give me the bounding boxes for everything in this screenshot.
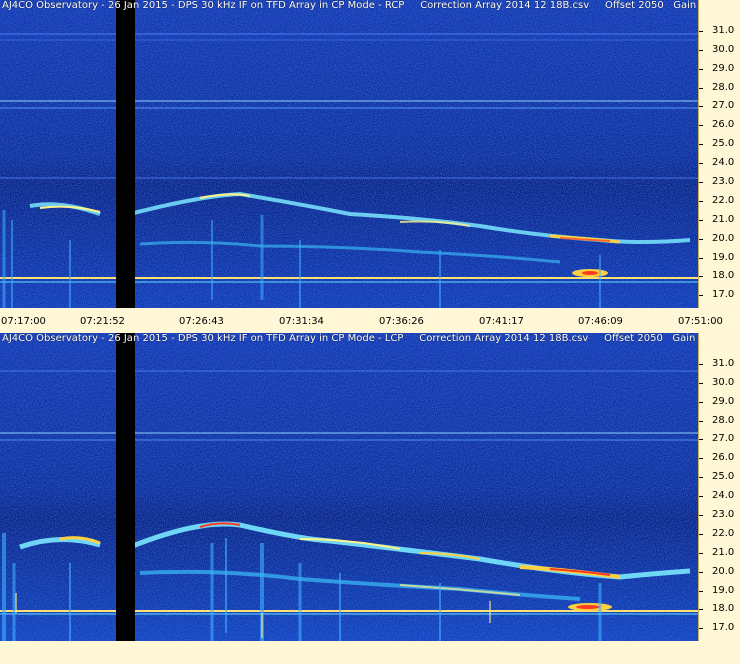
x-tick: 07:41:17 bbox=[479, 316, 524, 327]
lcp-frequency-axis: 31.0 30.0 29.0 28.0 27.0 26.0 25.0 24.0 … bbox=[698, 333, 740, 641]
y-tick: 19.0 bbox=[699, 252, 740, 264]
x-tick: 07:21:52 bbox=[80, 316, 125, 327]
y-tick: 31.0 bbox=[699, 358, 740, 370]
x-tick: 07:46:09 bbox=[578, 316, 623, 327]
y-tick: 22.0 bbox=[699, 528, 740, 540]
y-tick: 20.0 bbox=[699, 566, 740, 578]
y-tick: 26.0 bbox=[699, 452, 740, 464]
data-gap-bar bbox=[116, 333, 135, 641]
y-tick: 29.0 bbox=[699, 396, 740, 408]
y-tick: 28.0 bbox=[699, 415, 740, 427]
rcp-spectrogram-image bbox=[0, 0, 698, 308]
y-tick: 21.0 bbox=[699, 547, 740, 559]
y-tick: 25.0 bbox=[699, 138, 740, 150]
x-tick: 07:31:34 bbox=[279, 316, 324, 327]
y-tick: 31.0 bbox=[699, 25, 740, 37]
y-tick: 23.0 bbox=[699, 509, 740, 521]
y-tick: 17.0 bbox=[699, 289, 740, 301]
lcp-spectrogram[interactable]: AJ4CO Observatory - 26 Jan 2015 - DPS 30… bbox=[0, 333, 698, 641]
x-tick: 07:51:00 bbox=[678, 316, 723, 327]
y-tick: 20.0 bbox=[699, 233, 740, 245]
y-tick: 27.0 bbox=[699, 100, 740, 112]
y-tick: 22.0 bbox=[699, 195, 740, 207]
lcp-spectrogram-image bbox=[0, 333, 698, 641]
y-tick: 24.0 bbox=[699, 490, 740, 502]
data-gap-bar bbox=[116, 0, 135, 308]
y-tick: 30.0 bbox=[699, 44, 740, 56]
x-tick: 07:36:26 bbox=[379, 316, 424, 327]
x-tick: 07:17:00 bbox=[1, 316, 46, 327]
status-strip bbox=[0, 641, 740, 664]
time-axis: 07:17:00 07:21:52 07:26:43 07:31:34 07:3… bbox=[0, 315, 740, 329]
lcp-panel-title: AJ4CO Observatory - 26 Jan 2015 - DPS 30… bbox=[2, 333, 698, 344]
rcp-frequency-axis: 31.0 30.0 29.0 28.0 27.0 26.0 25.0 24.0 … bbox=[698, 0, 740, 308]
y-tick: 18.0 bbox=[699, 603, 740, 615]
y-tick: 26.0 bbox=[699, 119, 740, 131]
y-tick: 23.0 bbox=[699, 176, 740, 188]
y-tick: 27.0 bbox=[699, 433, 740, 445]
rcp-spectrogram[interactable]: AJ4CO Observatory - 26 Jan 2015 - DPS 30… bbox=[0, 0, 698, 308]
y-tick: 18.0 bbox=[699, 270, 740, 282]
y-tick: 21.0 bbox=[699, 214, 740, 226]
y-tick: 24.0 bbox=[699, 157, 740, 169]
y-tick: 19.0 bbox=[699, 585, 740, 597]
rcp-panel: AJ4CO Observatory - 26 Jan 2015 - DPS 30… bbox=[0, 0, 740, 308]
y-tick: 17.0 bbox=[699, 622, 740, 634]
y-tick: 25.0 bbox=[699, 471, 740, 483]
lcp-panel: AJ4CO Observatory - 26 Jan 2015 - DPS 30… bbox=[0, 333, 740, 641]
y-tick: 29.0 bbox=[699, 63, 740, 75]
y-tick: 30.0 bbox=[699, 377, 740, 389]
y-tick: 28.0 bbox=[699, 82, 740, 94]
x-tick: 07:26:43 bbox=[179, 316, 224, 327]
rcp-panel-title: AJ4CO Observatory - 26 Jan 2015 - DPS 30… bbox=[2, 0, 698, 11]
